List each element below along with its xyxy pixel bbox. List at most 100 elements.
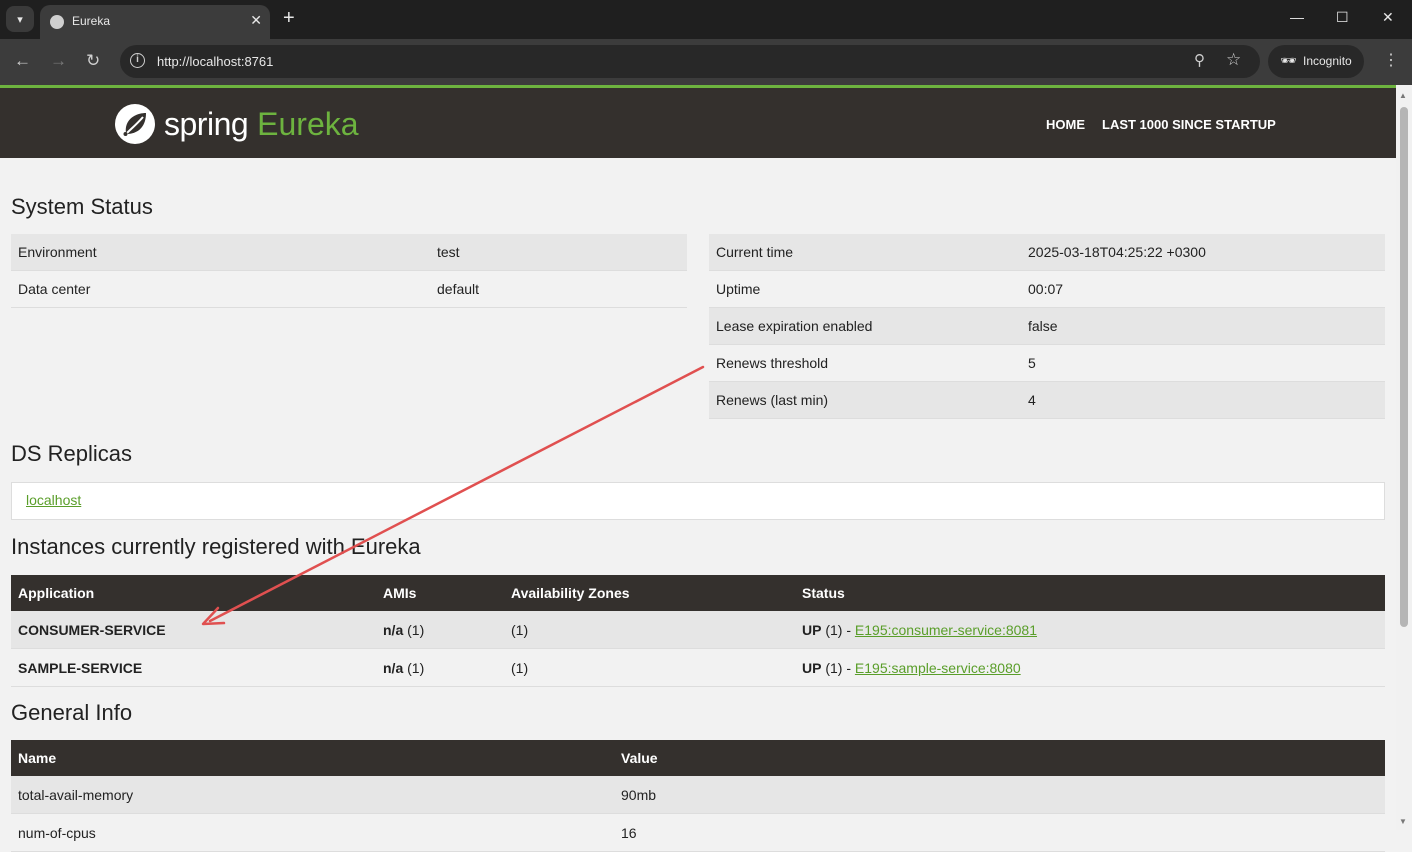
status-cell: UP (1) - E195:consumer-service:8081: [795, 611, 1385, 649]
status-value: false: [1021, 307, 1385, 345]
new-tab-button[interactable]: +: [283, 7, 295, 30]
table-row: Data center default: [11, 270, 687, 308]
ami-cell: n/a (1): [376, 648, 504, 687]
star-icon[interactable]: ☆: [1226, 50, 1241, 70]
ami-count: (1): [403, 621, 425, 638]
reload-icon[interactable]: ↻: [86, 51, 100, 71]
zoom-icon[interactable]: ⚲: [1194, 51, 1205, 69]
column-header-amis: AMIs: [376, 575, 504, 611]
instance-link[interactable]: E195:sample-service:8080: [855, 660, 1021, 676]
incognito-label: Incognito: [1303, 54, 1352, 68]
application-name: SAMPLE-SERVICE: [11, 648, 376, 687]
browser-tab[interactable]: Eureka ✕: [40, 5, 270, 39]
column-header-name: Name: [11, 740, 614, 776]
status-value: 2025-03-18T04:25:22 +0300: [1021, 234, 1385, 271]
system-status-right-table: Current time 2025-03-18T04:25:22 +0300 U…: [709, 234, 1385, 419]
ami-count: (1): [403, 659, 425, 676]
table-row: Lease expiration enabled false: [709, 307, 1385, 345]
tab-search-button[interactable]: ▾: [6, 6, 34, 32]
status-value: default: [430, 270, 687, 308]
globe-icon: [50, 15, 64, 29]
column-header-application: Application: [11, 575, 376, 611]
table-row: Environment test: [11, 234, 687, 271]
zones-cell: (1): [504, 611, 795, 649]
maximize-icon[interactable]: ☐: [1336, 9, 1349, 26]
column-header-status: Status: [795, 575, 1385, 611]
status-key: Renews threshold: [709, 344, 1021, 382]
info-name: total-avail-memory: [11, 776, 614, 814]
table-row: SAMPLE-SERVICE n/a (1) (1) UP (1) - E195…: [11, 648, 1385, 687]
system-status-left-table: Environment test Data center default: [11, 234, 687, 308]
table-row: Current time 2025-03-18T04:25:22 +0300: [709, 234, 1385, 271]
url-text[interactable]: http://localhost:8761: [157, 54, 273, 69]
instance-link[interactable]: E195:consumer-service:8081: [855, 622, 1037, 638]
status-up: UP: [802, 659, 822, 676]
column-header-value: Value: [614, 740, 1385, 776]
logo-eureka-text: Eureka: [257, 105, 359, 142]
incognito-icon: 🕶: [1280, 53, 1297, 68]
status-count: (1) -: [821, 659, 855, 676]
site-header: spring Eureka HOME LAST 1000 SINCE START…: [0, 85, 1396, 158]
browser-toolbar: ← → ↻ i http://localhost:8761 ⚲ ☆ 🕶 Inco…: [0, 39, 1412, 85]
general-info-heading: General Info: [11, 700, 133, 725]
status-value: 5: [1021, 344, 1385, 382]
back-icon[interactable]: ←: [14, 51, 31, 71]
info-icon[interactable]: i: [130, 53, 145, 68]
info-value: 90mb: [614, 776, 1385, 814]
status-value: test: [430, 234, 687, 271]
incognito-badge[interactable]: 🕶 Incognito: [1268, 45, 1364, 78]
ami-cell: n/a (1): [376, 611, 504, 649]
status-key: Current time: [709, 234, 1021, 271]
more-menu-icon[interactable]: ⋮: [1383, 50, 1399, 70]
status-cell: UP (1) - E195:sample-service:8080: [795, 648, 1385, 687]
address-bar[interactable]: i http://localhost:8761 ⚲ ☆: [120, 45, 1260, 78]
minimize-icon[interactable]: —: [1290, 9, 1304, 25]
table-row: Uptime 00:07: [709, 270, 1385, 308]
tab-strip: ▾ Eureka ✕ + — ☐ ✕: [0, 0, 1412, 39]
status-key: Lease expiration enabled: [709, 307, 1021, 345]
info-name: num-of-cpus: [11, 813, 614, 852]
status-value: 4: [1021, 381, 1385, 419]
spring-eureka-logo[interactable]: spring Eureka: [114, 102, 359, 146]
table-row: total-avail-memory 90mb: [11, 776, 1385, 814]
ami-value: n/a: [383, 659, 404, 676]
table-row: CONSUMER-SERVICE n/a (1) (1) UP (1) - E1…: [11, 611, 1385, 649]
page-scrollbar[interactable]: ▲ ▼: [1396, 85, 1412, 830]
info-value: 16: [614, 813, 1385, 852]
nav-last-1000-link[interactable]: LAST 1000 SINCE STARTUP: [1102, 117, 1276, 132]
replica-link-localhost[interactable]: localhost: [26, 492, 81, 508]
scroll-up-icon[interactable]: ▲: [1399, 91, 1407, 100]
status-value: 00:07: [1021, 270, 1385, 308]
column-header-zones: Availability Zones: [504, 575, 795, 611]
table-row: num-of-cpus 16: [11, 813, 1385, 852]
zones-cell: (1): [504, 648, 795, 687]
table-header-row: Name Value: [11, 740, 1385, 776]
status-key: Uptime: [709, 270, 1021, 308]
spring-leaf-icon: [115, 104, 155, 144]
application-name: CONSUMER-SERVICE: [11, 611, 376, 649]
instances-table: Application AMIs Availability Zones Stat…: [11, 575, 1385, 687]
table-row: Renews threshold 5: [709, 344, 1385, 382]
tab-title: Eureka: [72, 14, 111, 28]
forward-icon[interactable]: →: [50, 51, 67, 71]
scrollbar-thumb[interactable]: [1400, 107, 1408, 627]
status-key: Data center: [11, 270, 430, 308]
instances-heading: Instances currently registered with Eure…: [11, 534, 421, 559]
scroll-down-icon[interactable]: ▼: [1399, 817, 1407, 826]
status-key: Environment: [11, 234, 430, 271]
status-count: (1) -: [821, 621, 855, 638]
ds-replicas-heading: DS Replicas: [11, 441, 133, 466]
close-window-icon[interactable]: ✕: [1382, 9, 1394, 26]
ds-replicas-list: localhost: [11, 482, 1385, 520]
close-icon[interactable]: ✕: [250, 12, 262, 29]
table-header-row: Application AMIs Availability Zones Stat…: [11, 575, 1385, 611]
system-status-heading: System Status: [11, 194, 153, 219]
status-key: Renews (last min): [709, 381, 1021, 419]
logo-spring-text: spring: [164, 105, 249, 142]
nav-home-link[interactable]: HOME: [1046, 117, 1085, 132]
table-row: Renews (last min) 4: [709, 381, 1385, 419]
ami-value: n/a: [383, 621, 404, 638]
general-info-table: Name Value total-avail-memory 90mb num-o…: [11, 740, 1385, 852]
status-up: UP: [802, 621, 822, 638]
chevron-down-icon: ▾: [17, 13, 23, 26]
